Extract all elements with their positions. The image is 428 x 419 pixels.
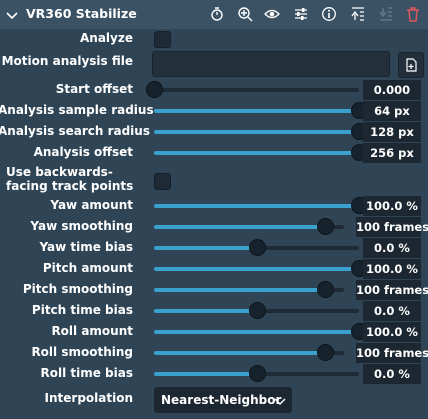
yaw-bias-slider[interactable]: [154, 239, 359, 256]
filter-title: VR360 Stabilize: [26, 6, 137, 21]
yaw-smoothing-value[interactable]: 100 frames: [356, 217, 428, 237]
analysis-offset-label: Analysis offset: [33, 145, 133, 159]
search-radius-label: Analysis search radius: [0, 124, 150, 138]
yaw-smoothing-row: Yaw smoothing 100 frames: [0, 217, 428, 237]
pitch-bias-slider[interactable]: [154, 302, 359, 319]
pitch-smoothing-label: Pitch smoothing: [22, 282, 133, 296]
roll-bias-label: Roll time bias: [40, 366, 133, 380]
analysis-offset-value[interactable]: 256 px: [363, 143, 421, 163]
pitch-smoothing-value[interactable]: 100 frames: [356, 280, 428, 300]
roll-amount-label: Roll amount: [51, 324, 133, 338]
pitch-smoothing-slider[interactable]: [154, 281, 344, 298]
interpolation-dropdown[interactable]: Nearest-Neighbor: [154, 387, 292, 413]
chevron-down-icon[interactable]: [6, 7, 18, 26]
sample-radius-row: Analysis sample radius 64 px: [0, 101, 428, 121]
roll-smoothing-label: Roll smoothing: [31, 345, 133, 359]
roll-amount-row: Roll amount 100.0 %: [0, 322, 428, 342]
sample-radius-value[interactable]: 64 px: [363, 101, 421, 121]
slider-handle[interactable]: [317, 218, 334, 235]
yaw-bias-value[interactable]: 0.0 %: [363, 238, 421, 258]
yaw-amount-label: Yaw amount: [50, 198, 133, 212]
stopwatch-icon[interactable]: [209, 6, 225, 22]
sample-radius-label: Analysis sample radius: [0, 103, 154, 117]
motion-file-label: Motion analysis file: [1, 54, 133, 68]
start-offset-row: Start offset 0.000: [0, 80, 428, 100]
yaw-amount-slider[interactable]: [154, 197, 368, 214]
pitch-bias-label: Pitch time bias: [31, 303, 133, 317]
move-down-icon: [378, 6, 394, 22]
roll-amount-value[interactable]: 100.0 %: [363, 322, 421, 342]
start-offset-label: Start offset: [55, 82, 133, 96]
motion-file-input[interactable]: [152, 51, 390, 77]
search-radius-row: Analysis search radius 128 px: [0, 122, 428, 142]
yaw-bias-row: Yaw time bias 0.0 %: [0, 238, 428, 258]
motion-file-row: Motion analysis file: [0, 50, 428, 78]
pitch-bias-value[interactable]: 0.0 %: [363, 301, 421, 321]
info-icon[interactable]: [321, 6, 337, 22]
file-icon: [406, 58, 417, 72]
slider-handle[interactable]: [317, 281, 334, 298]
interpolation-value: Nearest-Neighbor: [161, 393, 282, 407]
yaw-smoothing-slider[interactable]: [154, 218, 344, 235]
start-offset-slider[interactable]: [146, 81, 359, 98]
eye-icon[interactable]: [264, 6, 280, 22]
roll-bias-slider[interactable]: [154, 365, 359, 382]
slider-handle[interactable]: [248, 365, 266, 382]
search-radius-slider[interactable]: [154, 123, 368, 140]
trash-icon[interactable]: [405, 6, 421, 22]
backwards-checkbox[interactable]: [154, 173, 171, 190]
slider-handle[interactable]: [248, 239, 266, 256]
backwards-row: Use backwards-facing track points: [0, 164, 428, 196]
slider-handle[interactable]: [146, 81, 163, 98]
analyze-label: Analyze: [80, 31, 133, 45]
slider-handle[interactable]: [248, 302, 266, 319]
zoom-icon[interactable]: [237, 6, 253, 22]
yaw-amount-row: Yaw amount 100.0 %: [0, 196, 428, 216]
pitch-smoothing-row: Pitch smoothing 100 frames: [0, 280, 428, 300]
open-file-button[interactable]: [398, 52, 424, 78]
roll-bias-row: Roll time bias 0.0 %: [0, 364, 428, 384]
interpolation-label: Interpolation: [44, 391, 133, 405]
sliders-icon[interactable]: [293, 6, 309, 22]
analyze-row: Analyze: [0, 30, 428, 48]
interpolation-row: Interpolation Nearest-Neighbor: [0, 387, 428, 415]
move-up-icon[interactable]: [350, 6, 366, 22]
sample-radius-slider[interactable]: [154, 102, 368, 119]
yaw-bias-label: Yaw time bias: [39, 240, 133, 254]
analysis-offset-slider[interactable]: [154, 144, 368, 161]
start-offset-value[interactable]: 0.000: [363, 80, 421, 100]
analyze-checkbox[interactable]: [154, 31, 171, 48]
pitch-amount-label: Pitch amount: [42, 261, 133, 275]
backwards-label: Use backwards-facing track points: [6, 165, 134, 193]
pitch-amount-value[interactable]: 100.0 %: [363, 259, 421, 279]
slider-handle[interactable]: [317, 344, 334, 361]
search-radius-value[interactable]: 128 px: [363, 122, 421, 142]
roll-smoothing-slider[interactable]: [154, 344, 344, 361]
pitch-amount-slider[interactable]: [154, 260, 368, 277]
roll-smoothing-row: Roll smoothing 100 frames: [0, 343, 428, 363]
yaw-amount-value[interactable]: 100.0 %: [363, 196, 421, 216]
yaw-smoothing-label: Yaw smoothing: [30, 219, 133, 233]
analysis-offset-row: Analysis offset 256 px: [0, 143, 428, 163]
chevron-down-icon: [274, 395, 286, 409]
pitch-amount-row: Pitch amount 100.0 %: [0, 259, 428, 279]
roll-smoothing-value[interactable]: 100 frames: [356, 343, 428, 363]
roll-amount-slider[interactable]: [154, 323, 368, 340]
roll-bias-value[interactable]: 0.0 %: [363, 364, 421, 384]
pitch-bias-row: Pitch time bias 0.0 %: [0, 301, 428, 321]
filter-header: VR360 Stabilize: [0, 0, 428, 29]
